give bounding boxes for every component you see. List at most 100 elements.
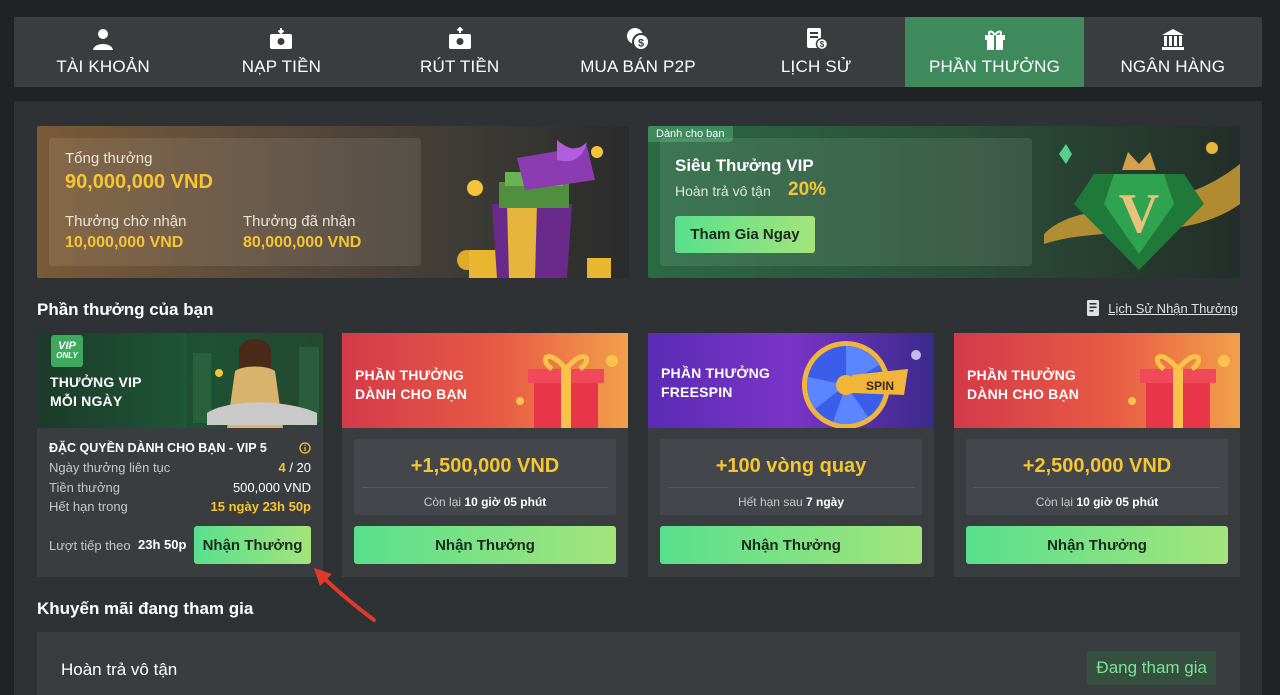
freespin-card: PHẦN THƯỞNG FREESPIN SPIN +100 vòng quay…: [648, 333, 934, 577]
vip-banner-title: Siêu Thưởng VIP: [675, 156, 814, 175]
vip-expire-row: Hết hạn trong 15 ngày 23h 50p: [49, 499, 311, 514]
annotation-arrow-icon: [314, 568, 376, 622]
reward-card-title-line2: DÀNH CHO BẠN: [967, 386, 1080, 402]
expire-label: Hết hạn trong: [49, 499, 128, 514]
vip-diamond-icon: V: [1044, 142, 1240, 270]
reward-card-title-line1: PHẦN THƯỞNG: [355, 367, 464, 383]
expire-value: 15 ngày 23h 50p: [210, 499, 311, 514]
nav-label: NGÂN HÀNG: [1120, 57, 1226, 76]
time-left-value: 10 giờ 05 phút: [1076, 495, 1159, 509]
reward-card-header: PHẦN THƯỞNG DÀNH CHO BẠN: [954, 333, 1240, 428]
received-value: 80,000,000 VND: [243, 234, 362, 251]
nav-p2p[interactable]: $ MUA BÁN P2P: [549, 17, 727, 87]
bonus-value: 500,000 VND: [232, 480, 311, 495]
vip-card-title-line2: MỖI NGÀY: [50, 393, 123, 409]
freespin-card-header: PHẦN THƯỞNG FREESPIN SPIN: [648, 333, 934, 428]
bank-icon: [1161, 29, 1184, 50]
vip-model-illustration: [187, 333, 323, 428]
coins-exchange-icon: $: [626, 28, 650, 51]
claim-reward-button[interactable]: Nhận Thưởng: [354, 526, 616, 564]
freespin-title-line2: FREESPIN: [661, 384, 733, 400]
svg-text:$: $: [820, 40, 825, 49]
divider: [362, 487, 608, 488]
reward-amount: +1,500,000 VND: [410, 455, 560, 477]
claim-reward-button[interactable]: Nhận Thưởng: [966, 526, 1228, 564]
reward-time-left: Còn lại 10 giờ 05 phút: [354, 495, 616, 509]
streak-label: Ngày thưởng liên tục: [49, 460, 171, 475]
reward-amount-box: +2,500,000 VND Còn lại 10 giờ 05 phút: [966, 439, 1228, 515]
receipt-icon: [1087, 300, 1100, 316]
time-left-label: Còn lại: [423, 495, 462, 509]
join-now-button[interactable]: Tham Gia Ngay: [675, 216, 815, 253]
top-nav: TÀI KHOẢN NẠP TIỀN RÚT TIỀN $ MUA BÁN P2…: [14, 17, 1262, 87]
claim-freespin-button[interactable]: Nhận Thưởng: [660, 526, 922, 564]
promo-name: Hoàn trả vô tận: [61, 660, 178, 679]
reward-amount: +2,500,000 VND: [1022, 455, 1172, 477]
vip-streak-row: Ngày thưởng liên tục 4 / 20: [49, 460, 311, 475]
promo-status-badge: Đang tham gia: [1087, 651, 1216, 685]
next-turn-label: Lượt tiếp theo: [49, 538, 131, 553]
nav-account[interactable]: TÀI KHOẢN: [14, 17, 192, 87]
vip-daily-card: VIP ONLY THƯỞNG VIP MỖI NGÀY ĐẶC QUYỀN D…: [37, 333, 323, 577]
next-turn-value: 23h 50p: [138, 537, 187, 552]
nav-rewards[interactable]: PHẦN THƯỞNG: [905, 17, 1084, 87]
time-left-value: 10 giờ 05 phút: [464, 495, 547, 509]
info-icon[interactable]: [299, 442, 311, 454]
nav-label: LỊCH SỬ: [780, 57, 852, 76]
reward-summary-banner: Tổng thưởng 90,000,000 VND Thưởng chờ nh…: [37, 126, 629, 278]
vip-bonus-row: Tiền thưởng 500,000 VND: [49, 480, 311, 495]
expiry-value: 7 ngày: [806, 495, 845, 509]
streak-current: 4: [278, 460, 286, 475]
total-value: 90,000,000 VND: [65, 171, 213, 193]
received-label: Thưởng đã nhận: [243, 213, 356, 230]
reward-card-title-line2: DÀNH CHO BẠN: [355, 386, 468, 402]
super-vip-banner: Dành cho bạn Siêu Thưởng VIP Hoàn trả vô…: [648, 126, 1240, 278]
nav-label: TÀI KHOẢN: [56, 57, 150, 76]
spin-wheel-icon: SPIN: [802, 341, 921, 428]
user-icon: [93, 29, 114, 50]
promo-item[interactable]: Hoàn trả vô tận Đang tham gia: [37, 632, 1240, 695]
gift-box-icon: [1128, 354, 1230, 428]
nav-bank[interactable]: NGÂN HÀNG: [1084, 17, 1262, 87]
reward-time-left: Còn lại 10 giờ 05 phút: [966, 495, 1228, 509]
bonus-label: Tiền thưởng: [49, 480, 120, 495]
rewards-panel: Tổng thưởng 90,000,000 VND Thưởng chờ nh…: [14, 101, 1262, 695]
cashback-label: Hoàn trả vô tận: [675, 183, 771, 199]
vip-card-title-line1: THƯỞNG VIP: [50, 374, 142, 390]
nav-withdraw[interactable]: RÚT TIỀN: [371, 17, 549, 87]
cashback-value: 20%: [788, 179, 827, 200]
reward-history-link[interactable]: Lịch Sử Nhận Thưởng: [1086, 299, 1238, 317]
vip-card-header: VIP ONLY THƯỞNG VIP MỖI NGÀY: [37, 333, 323, 428]
divider: [974, 487, 1220, 488]
vip-only-badge: VIP ONLY: [51, 335, 83, 367]
claim-vip-button[interactable]: Nhận Thưởng: [194, 526, 311, 564]
nav-label: MUA BÁN P2P: [580, 57, 696, 76]
nav-history[interactable]: $ LỊCH SỬ: [727, 17, 905, 87]
streak-value: 4 / 20: [278, 460, 311, 475]
deposit-icon: [270, 28, 293, 49]
nav-label: NẠP TIỀN: [241, 57, 322, 76]
promo-section-title: Khuyến mãi đang tham gia: [37, 599, 254, 618]
divider: [668, 487, 914, 488]
reward-amount-box: +1,500,000 VND Còn lại 10 giờ 05 phút: [354, 439, 616, 515]
rewards-section-title: Phần thưởng của bạn: [37, 300, 214, 319]
reward-card-header: PHẦN THƯỞNG DÀNH CHO BẠN: [342, 333, 628, 428]
gift-box-icon: [516, 354, 618, 428]
expiry-label: Hết hạn sau: [737, 495, 803, 509]
history-icon: $: [807, 28, 829, 51]
vip-badge-top: VIP: [58, 340, 76, 352]
nav-deposit[interactable]: NẠP TIỀN: [192, 17, 370, 87]
svg-text:V: V: [1119, 183, 1159, 245]
nav-label: RÚT TIỀN: [420, 57, 500, 76]
nav-label: PHẦN THƯỞNG: [928, 57, 1061, 76]
gift-icon: [984, 30, 1005, 50]
time-left-label: Còn lại: [1035, 495, 1074, 509]
pending-value: 10,000,000 VND: [65, 234, 184, 251]
freespin-amount: +100 vòng quay: [715, 455, 867, 477]
reward-card-title-line1: PHẦN THƯỞNG: [967, 367, 1076, 383]
vip-privilege-row: ĐẶC QUYỀN DÀNH CHO BẠN - VIP 5: [49, 441, 311, 455]
total-label: Tổng thưởng: [65, 150, 153, 167]
vip-badge-bottom: ONLY: [56, 351, 78, 360]
reward-card: PHẦN THƯỞNG DÀNH CHO BẠN +1,500,000 VND …: [342, 333, 628, 577]
reward-card: PHẦN THƯỞNG DÀNH CHO BẠN +2,500,000 VND …: [954, 333, 1240, 577]
